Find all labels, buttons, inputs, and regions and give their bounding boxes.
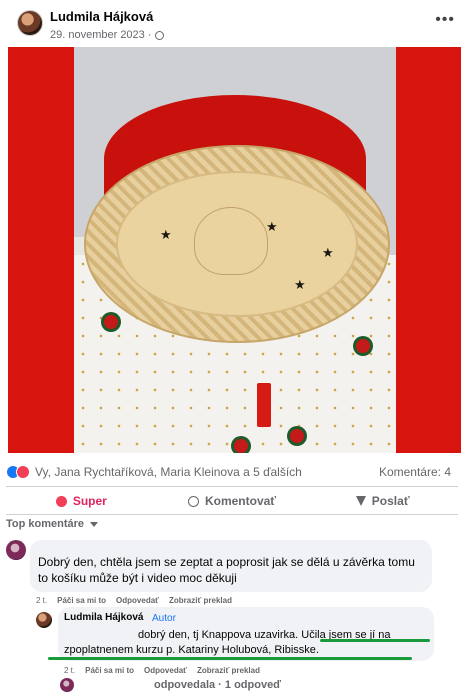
comment-sort-dropdown[interactable]: Top komentáre (6, 518, 99, 530)
comment-time[interactable]: 2 t. (36, 596, 47, 605)
view-replies-link[interactable]: odpovedala · 1 odpoveď (154, 679, 281, 691)
star-icon: ★ (294, 277, 306, 292)
comment-actions: 2 t. Páči sa mi to Odpovedať Zobraziť pr… (36, 596, 232, 605)
angel-icon (194, 207, 268, 275)
candle-icon (257, 383, 271, 427)
post-photo[interactable]: ★ ★ ★ ★ (8, 47, 461, 453)
love-icon (16, 465, 30, 479)
comment-reply-link[interactable]: Odpovedať (116, 596, 159, 605)
comment-button[interactable]: Komentovať (157, 490, 308, 512)
reply-time[interactable]: 2 t. (64, 666, 75, 675)
comment-like-link[interactable]: Páči sa mi to (57, 596, 106, 605)
comment-label: Komentovať (204, 494, 277, 508)
share-label: Poslať (371, 494, 410, 508)
super-label: Super (72, 494, 107, 508)
basket-floor: ★ ★ ★ ★ (116, 171, 358, 317)
reply-like-link[interactable]: Páči sa mi to (85, 666, 134, 675)
chevron-down-icon (90, 521, 99, 527)
comment-sort-label: Top komentáre (6, 518, 85, 530)
star-icon: ★ (322, 245, 334, 260)
heart-icon (55, 495, 67, 507)
comments-count[interactable]: Komentáre: 4 (379, 465, 451, 479)
reactions-summary[interactable]: Vy, Jana Rychtaříková, Maria Kleinova a … (6, 462, 463, 482)
reactors-list[interactable]: Vy, Jana Rychtaříková, Maria Kleinova a … (35, 465, 302, 479)
flower-icon (234, 439, 248, 453)
comment-icon (187, 495, 199, 507)
divider (6, 486, 458, 487)
post-meta: 29. november 2023 · (50, 29, 164, 41)
reply-actions: 2 t. Páči sa mi to Odpovedať Zobraziť pr… (64, 666, 260, 675)
flower-icon (104, 315, 118, 329)
reply-text-line2: zpoplatnenem kurzu p. Katariny Holubová,… (64, 644, 319, 656)
post-actions: Super Komentovať Poslať (6, 490, 458, 512)
author-name[interactable]: Ludmila Hájková (50, 9, 153, 24)
reply-author-name[interactable]: Ludmila Hájková (64, 612, 143, 623)
reply-author-avatar[interactable] (36, 612, 52, 628)
highlight-underline (320, 639, 430, 642)
author-avatar[interactable] (17, 10, 43, 36)
flower-icon (290, 429, 304, 443)
star-icon: ★ (266, 219, 278, 234)
reply-translate-link[interactable]: Zobraziť preklad (197, 666, 260, 675)
super-button[interactable]: Super (6, 490, 157, 512)
reply-reply-link[interactable]: Odpovedať (144, 666, 187, 675)
commenter-avatar[interactable] (6, 540, 26, 560)
share-icon (355, 496, 366, 506)
star-icon: ★ (160, 227, 172, 242)
comment-text: Dobrý den, chtěla jsem se zeptat a popro… (38, 555, 415, 585)
share-button[interactable]: Poslať (307, 490, 458, 512)
replier-avatar (60, 678, 74, 692)
author-badge: Autor (152, 613, 176, 624)
more-horizontal-icon[interactable]: ••• (435, 11, 455, 29)
comment-translate-link[interactable]: Zobraziť preklad (169, 596, 232, 605)
divider (6, 514, 458, 515)
flower-icon (356, 339, 370, 353)
highlight-underline (48, 657, 412, 660)
post-header: Ludmila Hájková 29. november 2023 · ••• (0, 0, 469, 46)
post-date[interactable]: 29. november 2023 · (50, 29, 152, 41)
globe-icon (154, 30, 164, 40)
